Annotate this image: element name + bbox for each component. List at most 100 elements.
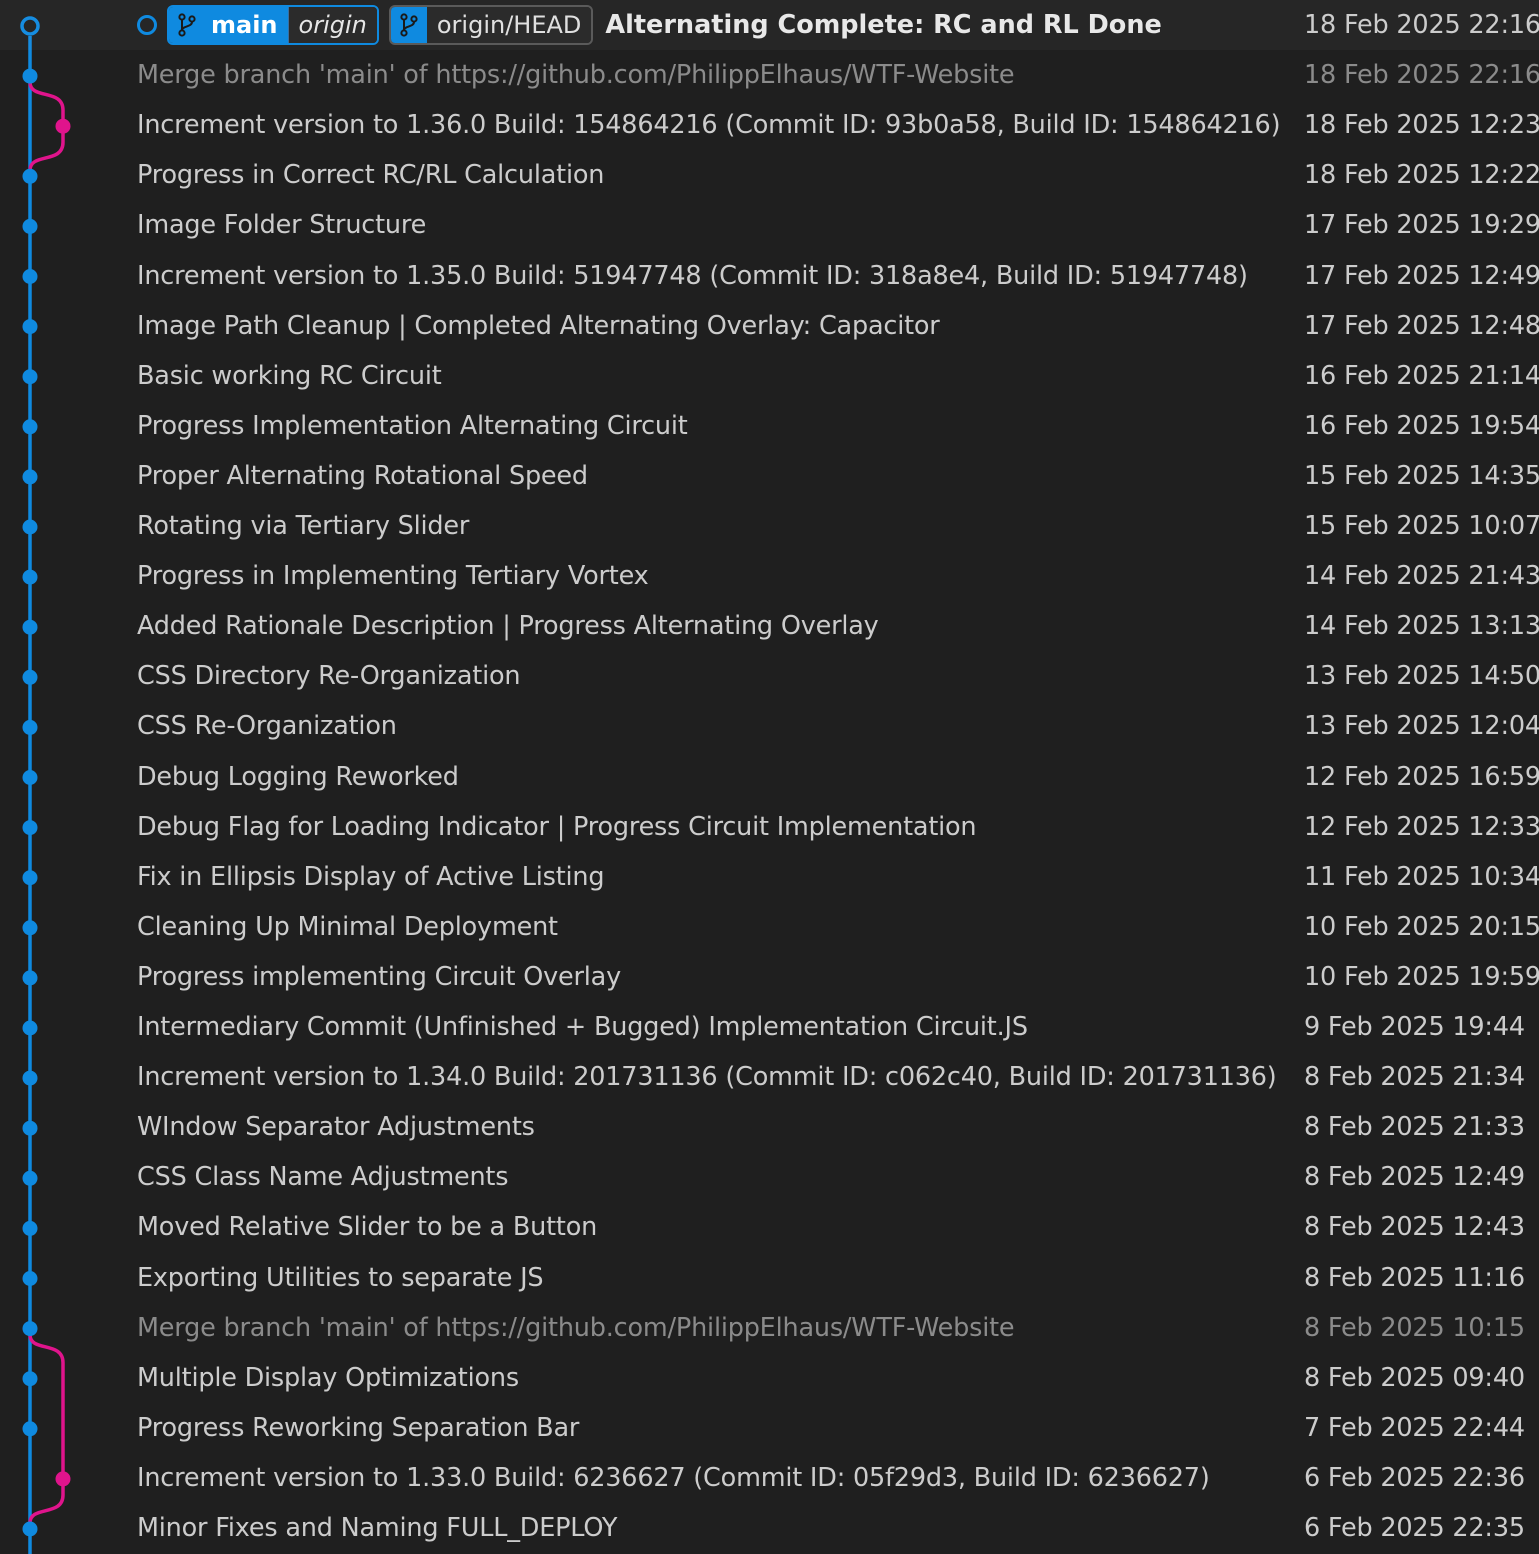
- commit-date: 16 Feb 2025 21:14: [1304, 360, 1539, 391]
- commit-date: 17 Feb 2025 12:49: [1304, 260, 1539, 291]
- commit-row[interactable]: Multiple Display Optimizations 8 Feb 2025…: [0, 1353, 1539, 1403]
- commit-date: 8 Feb 2025 12:43: [1304, 1212, 1525, 1243]
- commit-row[interactable]: CSS Directory Re-Organization 13 Feb 2025…: [0, 651, 1539, 701]
- commit-message: Intermediary Commit (Unfinished + Bugged…: [137, 1012, 1028, 1042]
- commit-date: 8 Feb 2025 10:15: [1304, 1312, 1525, 1343]
- commit-message: Increment version to 1.34.0 Build: 20173…: [137, 1062, 1277, 1093]
- commit-row[interactable]: Increment version to 1.33.0 Build: 62366…: [0, 1453, 1539, 1503]
- ref-badge-origin-head[interactable]: origin/HEAD: [388, 5, 594, 45]
- commit-row[interactable]: Increment version to 1.35.0 Build: 51947…: [0, 251, 1539, 301]
- commit-date: 13 Feb 2025 12:04: [1304, 711, 1539, 742]
- commit-date: 6 Feb 2025 22:35: [1304, 1513, 1525, 1543]
- commit-message: Progress Reworking Separation Bar: [137, 1412, 580, 1443]
- commit-date: 15 Feb 2025 14:35: [1304, 460, 1539, 491]
- git-branch-icon: [169, 7, 205, 43]
- commit-message: Cleaning Up Minimal Deployment: [137, 911, 558, 942]
- commit-row[interactable]: Cleaning Up Minimal Deployment 10 Feb 202…: [0, 902, 1539, 952]
- commit-message: Alternating Complete: RC and RL Done: [605, 10, 1162, 40]
- current-commit-circle-icon: [137, 15, 157, 35]
- commit-message: Moved Relative Slider to be a Button: [137, 1212, 598, 1243]
- commit-message: Added Rationale Description | Progress A…: [137, 611, 879, 642]
- head-commit-summary: main origin origin/HEAD Alternating Complet…: [137, 0, 1162, 50]
- commit-date: 9 Feb 2025 19:44: [1304, 1012, 1525, 1042]
- commit-message: Increment version to 1.33.0 Build: 62366…: [137, 1462, 1210, 1493]
- commit-row[interactable]: Basic working RC Circuit 16 Feb 2025 21:1…: [0, 351, 1539, 401]
- commit-row[interactable]: CSS Re-Organization 13 Feb 2025 12:04: [0, 701, 1539, 751]
- commit-date: 10 Feb 2025 19:59: [1304, 961, 1539, 992]
- commit-date: 17 Feb 2025 12:48: [1304, 310, 1539, 341]
- commit-message: WIndow Separator Adjustments: [137, 1112, 535, 1143]
- commit-message: Merge branch 'main' of https://github.co…: [137, 60, 1015, 91]
- commit-row[interactable]: Progress Implementation Alternating Circ…: [0, 401, 1539, 451]
- commit-date: 10 Feb 2025 20:15: [1304, 911, 1539, 942]
- commit-row[interactable]: WIndow Separator Adjustments 8 Feb 2025 2…: [0, 1102, 1539, 1152]
- ref-label-origin: origin: [287, 7, 377, 43]
- commit-row[interactable]: CSS Class Name Adjustments 8 Feb 2025 12:…: [0, 1152, 1539, 1202]
- commit-date: 8 Feb 2025 09:40: [1304, 1362, 1525, 1393]
- commit-date: 8 Feb 2025 21:34: [1304, 1062, 1525, 1093]
- commit-date: 16 Feb 2025 19:54: [1304, 410, 1539, 441]
- commit-date: 6 Feb 2025 22:36: [1304, 1462, 1525, 1493]
- commit-message: Proper Alternating Rotational Speed: [137, 460, 588, 491]
- ref-label-main: main: [205, 7, 288, 43]
- commit-message: Minor Fixes and Naming FULL_DEPLOY: [137, 1513, 618, 1543]
- commit-date: 18 Feb 2025 22:16: [1304, 60, 1539, 91]
- commit-message: CSS Re-Organization: [137, 711, 397, 742]
- commit-message: Progress implementing Circuit Overlay: [137, 961, 621, 992]
- commit-date: 18 Feb 2025 12:22: [1304, 160, 1539, 191]
- git-branch-icon: [390, 7, 427, 43]
- commit-row[interactable]: Exporting Utilities to separate JS 8 Feb …: [0, 1253, 1539, 1303]
- commit-row[interactable]: Fix in Ellipsis Display of Active Listin…: [0, 852, 1539, 902]
- commit-message: Increment version to 1.35.0 Build: 51947…: [137, 260, 1248, 291]
- commit-row[interactable]: Progress in Correct RC/RL Calculation 18 …: [0, 150, 1539, 200]
- commit-message: Increment version to 1.36.0 Build: 15486…: [137, 110, 1281, 141]
- commit-message: Progress in Implementing Tertiary Vortex: [137, 561, 649, 592]
- commit-row-merge[interactable]: Merge branch 'main' of https://github.co…: [0, 50, 1539, 100]
- commit-date: 15 Feb 2025 10:07: [1304, 511, 1539, 541]
- commit-row[interactable]: Increment version to 1.34.0 Build: 20173…: [0, 1052, 1539, 1102]
- commit-row[interactable]: Proper Alternating Rotational Speed 15 Fe…: [0, 451, 1539, 501]
- commit-row[interactable]: Rotating via Tertiary Slider 15 Feb 2025 …: [0, 501, 1539, 551]
- commit-date: 12 Feb 2025 12:33: [1304, 811, 1539, 842]
- commit-row[interactable]: Debug Logging Reworked 12 Feb 2025 16:59: [0, 752, 1539, 802]
- commit-date: 8 Feb 2025 11:16: [1304, 1262, 1525, 1293]
- commit-row[interactable]: Moved Relative Slider to be a Button 8 Fe…: [0, 1202, 1539, 1252]
- commit-message: Multiple Display Optimizations: [137, 1362, 519, 1393]
- commit-message: Debug Flag for Loading Indicator | Progr…: [137, 811, 977, 842]
- commit-message: Image Folder Structure: [137, 210, 427, 241]
- commit-message: CSS Directory Re-Organization: [137, 661, 521, 692]
- commit-date: 13 Feb 2025 14:50: [1304, 661, 1539, 692]
- commit-date: 18 Feb 2025 22:16: [1304, 10, 1539, 40]
- commit-message: Merge branch 'main' of https://github.co…: [137, 1312, 1015, 1343]
- commit-date: 18 Feb 2025 12:23: [1304, 110, 1539, 141]
- commit-row[interactable]: Intermediary Commit (Unfinished + Bugged…: [0, 1002, 1539, 1052]
- commit-date: 14 Feb 2025 21:43: [1304, 561, 1539, 592]
- commit-message: Progress Implementation Alternating Circ…: [137, 410, 688, 441]
- commit-message: Fix in Ellipsis Display of Active Listin…: [137, 861, 605, 892]
- commit-date: 8 Feb 2025 21:33: [1304, 1112, 1525, 1143]
- commit-date: 11 Feb 2025 10:34: [1304, 861, 1539, 892]
- commit-row[interactable]: Increment version to 1.36.0 Build: 15486…: [0, 100, 1539, 150]
- commit-message: Progress in Correct RC/RL Calculation: [137, 160, 605, 191]
- commit-row[interactable]: Image Path Cleanup | Completed Alternati…: [0, 301, 1539, 351]
- commit-row-merge[interactable]: Merge branch 'main' of https://github.co…: [0, 1303, 1539, 1353]
- commit-date: 8 Feb 2025 12:49: [1304, 1162, 1525, 1193]
- commit-row[interactable]: Debug Flag for Loading Indicator | Progr…: [0, 802, 1539, 852]
- commit-date: 7 Feb 2025 22:44: [1304, 1412, 1525, 1443]
- commit-date: 12 Feb 2025 16:59: [1304, 761, 1539, 792]
- commit-date: 14 Feb 2025 13:13: [1304, 611, 1539, 642]
- commit-message: Rotating via Tertiary Slider: [137, 511, 470, 541]
- ref-badge-main[interactable]: main origin: [167, 5, 379, 45]
- commit-row[interactable]: Progress in Implementing Tertiary Vortex…: [0, 551, 1539, 601]
- commit-row[interactable]: Image Folder Structure 17 Feb 2025 19:29: [0, 200, 1539, 250]
- commit-row-head[interactable]: main origin origin/HEAD Alternating Complet…: [0, 0, 1539, 50]
- commit-message: Debug Logging Reworked: [137, 761, 459, 792]
- commit-row[interactable]: Added Rationale Description | Progress A…: [0, 601, 1539, 651]
- commit-date: 17 Feb 2025 19:29: [1304, 210, 1539, 241]
- commit-row[interactable]: Progress Reworking Separation Bar 7 Feb 2…: [0, 1403, 1539, 1453]
- commit-row[interactable]: Minor Fixes and Naming FULL_DEPLOY 6 Feb …: [0, 1503, 1539, 1553]
- commit-message: Basic working RC Circuit: [137, 360, 442, 391]
- commit-message: Image Path Cleanup | Completed Alternati…: [137, 310, 940, 341]
- ref-label-origin-head: origin/HEAD: [426, 7, 592, 43]
- commit-row[interactable]: Progress implementing Circuit Overlay 10 …: [0, 952, 1539, 1002]
